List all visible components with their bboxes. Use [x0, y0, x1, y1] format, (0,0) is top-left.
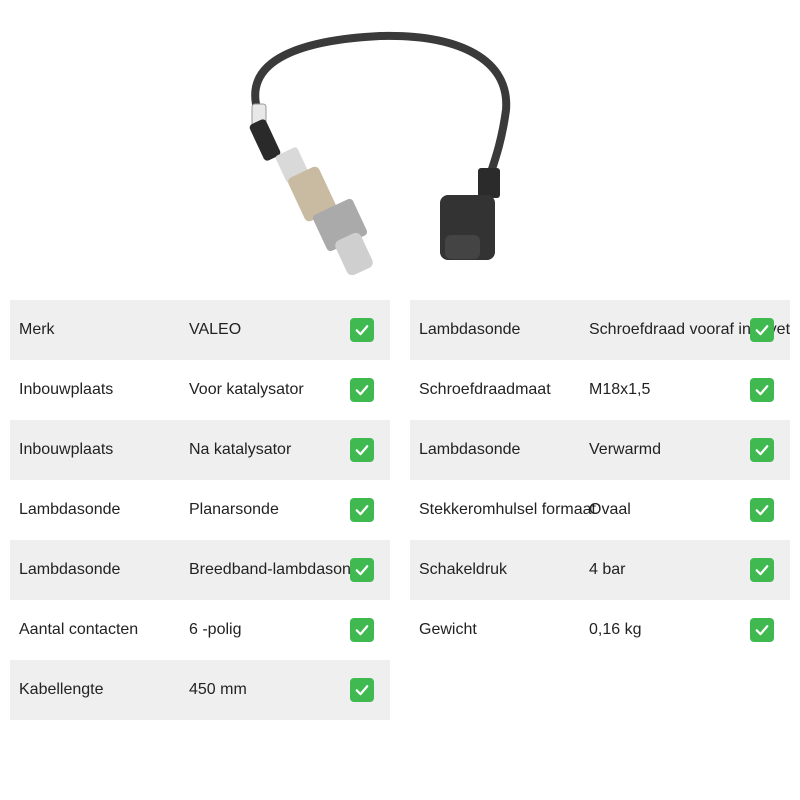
spec-label: Schakeldruk: [419, 561, 508, 578]
check-icon: [350, 558, 374, 582]
spec-label: Lambdasonde: [19, 561, 121, 578]
spec-row: Lambdasonde Verwarmd: [410, 420, 790, 480]
check-icon: [750, 498, 774, 522]
check-icon: [750, 438, 774, 462]
spec-label: Merk: [19, 321, 55, 338]
spec-table-right: Lambdasonde Schroefdraad vooraf ingevet …: [410, 300, 790, 660]
check-icon: [350, 438, 374, 462]
check-icon: [750, 318, 774, 342]
spec-row: Aantal contacten 6 -polig: [10, 600, 390, 660]
spec-label: Kabellengte: [19, 681, 104, 698]
spec-value: Na katalysator: [189, 441, 292, 458]
check-icon: [350, 378, 374, 402]
spec-value: Verwarmd: [589, 441, 662, 458]
check-icon: [750, 618, 774, 642]
spec-row: Schroefdraadmaat M18x1,5: [410, 360, 790, 420]
spec-row: Kabellengte 450 mm: [10, 660, 390, 720]
check-icon: [750, 558, 774, 582]
spec-value: 4 bar: [589, 561, 626, 578]
spec-table-left: Merk VALEO Inbouwplaats Voor katalysator…: [10, 300, 390, 720]
spec-value: 6 -polig: [189, 621, 242, 638]
spec-label: Stekkeromhulsel formaat: [419, 501, 596, 518]
spec-row: Stekkeromhulsel formaat Ovaal: [410, 480, 790, 540]
spec-value: 450 mm: [189, 681, 247, 698]
spec-row: Inbouwplaats Na katalysator: [10, 420, 390, 480]
spec-value: M18x1,5: [589, 381, 651, 398]
spec-row: Schakeldruk 4 bar: [410, 540, 790, 600]
spec-label: Lambdasonde: [19, 501, 121, 518]
spec-value: Voor katalysator: [189, 381, 304, 398]
spec-label: Lambdasonde: [419, 441, 521, 458]
spec-row: Gewicht 0,16 kg: [410, 600, 790, 660]
spec-label: Lambdasonde: [419, 321, 521, 338]
spec-row: Inbouwplaats Voor katalysator: [10, 360, 390, 420]
spec-label: Inbouwplaats: [19, 441, 114, 458]
spec-value: Planarsonde: [189, 501, 279, 518]
check-icon: [750, 378, 774, 402]
spec-value: Ovaal: [589, 501, 631, 518]
spec-value: VALEO: [189, 321, 242, 338]
spec-row: Lambdasonde Schroefdraad vooraf ingevet: [410, 300, 790, 360]
check-icon: [350, 318, 374, 342]
spec-label: Gewicht: [419, 621, 477, 638]
spec-row: Lambdasonde Breedband-lambdasonde: [10, 540, 390, 600]
check-icon: [350, 618, 374, 642]
check-icon: [350, 498, 374, 522]
spec-label: Schroefdraadmaat: [419, 381, 551, 398]
spec-row: Lambdasonde Planarsonde: [10, 480, 390, 540]
spec-value: Breedband-lambdasonde: [189, 561, 369, 578]
spec-value: 0,16 kg: [589, 621, 642, 638]
spec-label: Inbouwplaats: [19, 381, 114, 398]
spec-row: Merk VALEO: [10, 300, 390, 360]
spec-label: Aantal contacten: [19, 621, 139, 638]
product-image: [249, 31, 511, 276]
check-icon: [350, 678, 374, 702]
